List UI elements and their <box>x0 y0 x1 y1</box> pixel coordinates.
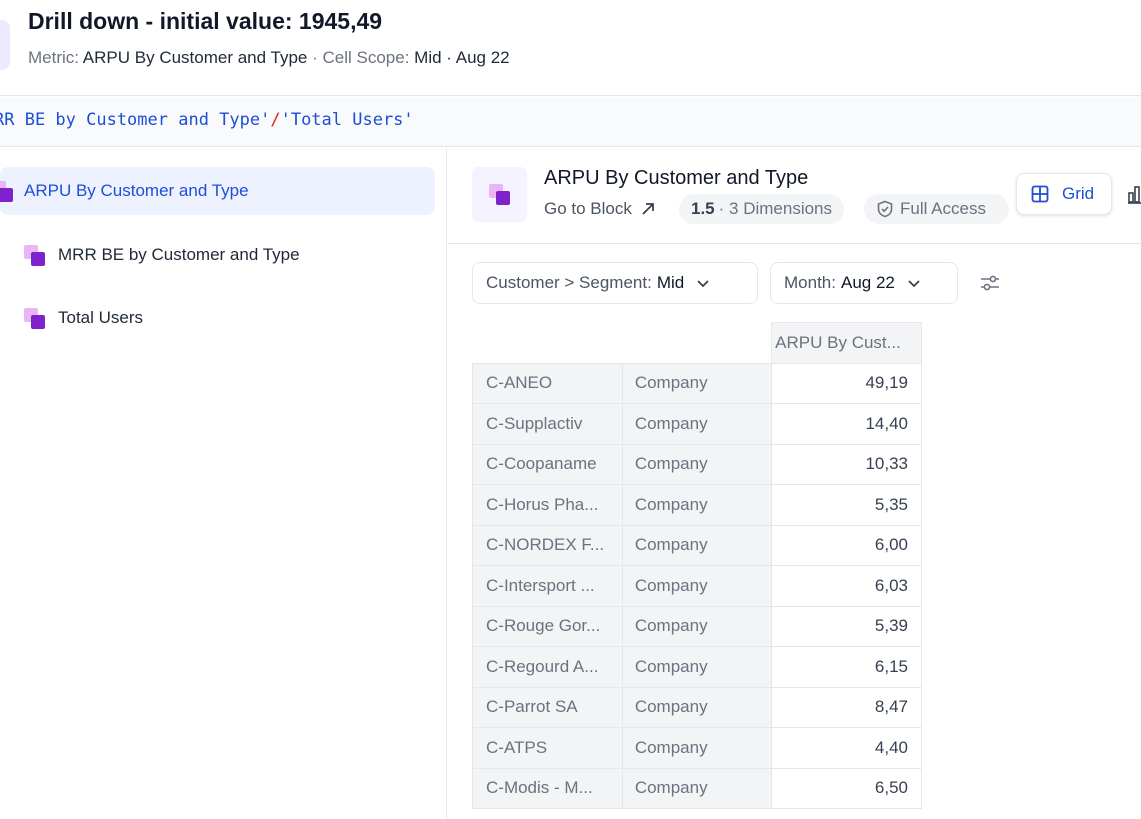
formula-part-1: RR BE by Customer and Type' <box>0 110 271 130</box>
tree-item-total-users[interactable]: Total Users <box>24 303 143 333</box>
filter-settings-icon[interactable] <box>978 271 1002 295</box>
customer-cell: C-Supplactiv <box>472 403 623 445</box>
formula-bar: RR BE by Customer and Type'/'Total Users… <box>0 97 1141 147</box>
customer-cell: C-ATPS <box>472 727 623 769</box>
type-cell: Company <box>621 443 773 485</box>
table-row: C-ANEO Company 49,19 <box>472 362 922 404</box>
type-cell: Company <box>621 767 773 809</box>
block-icon <box>24 307 45 329</box>
type-cell: Company <box>621 524 773 566</box>
value-cell[interactable]: 6,00 <box>771 524 922 566</box>
value-cell[interactable]: 4,40 <box>771 727 922 769</box>
type-cell: Company <box>621 362 773 404</box>
customer-cell: C-Regourd A... <box>472 646 623 688</box>
metric-label: Metric: <box>28 48 79 67</box>
access-badge: Full Access <box>864 194 1009 224</box>
tree-item-arpu[interactable]: ARPU By Customer and Type <box>0 167 435 215</box>
value-cell[interactable]: 6,50 <box>771 767 922 809</box>
grid-label: Grid <box>1062 184 1095 203</box>
customer-cell: C-ANEO <box>472 362 623 404</box>
type-cell: Company <box>621 727 773 769</box>
chart-icon[interactable] <box>1126 183 1141 205</box>
dimensions-count: · 3 Dimensions <box>718 199 833 218</box>
data-grid: ARPU By Cust... C-ANEO Company 49,19 C-Supp… <box>472 322 922 809</box>
value-cell[interactable]: 8,47 <box>771 686 922 728</box>
block-icon <box>24 244 45 266</box>
value-cell[interactable]: 49,19 <box>771 362 922 404</box>
tree-item-label: ARPU By Customer and Type <box>24 181 249 200</box>
customer-cell: C-Intersport ... <box>472 565 623 607</box>
formula-part-2: 'Total Users' <box>280 110 414 130</box>
page-subtitle: Metric: ARPU By Customer and Type · Cell… <box>28 48 510 68</box>
type-cell: Company <box>621 565 773 607</box>
formula-text: RR BE by Customer and Type'/'Total Users… <box>0 110 414 130</box>
customer-cell: C-Rouge Gor... <box>472 605 623 647</box>
type-cell: Company <box>621 403 773 445</box>
month-filter-label: Month: <box>784 273 836 292</box>
chevron-down-icon <box>697 280 709 288</box>
access-label: Full Access <box>900 199 986 218</box>
block-detail-panel: ARPU By Customer and Type Go to Block 1.… <box>448 148 1141 819</box>
customer-cell: C-Parrot SA <box>472 686 623 728</box>
header-block-icon <box>0 20 10 70</box>
scope-value: Mid · Aug 22 <box>414 48 510 67</box>
segment-filter[interactable]: Customer > Segment: Mid <box>472 262 758 304</box>
table-row: C-Coopaname Company 10,33 <box>472 443 922 485</box>
block-icon <box>472 167 527 222</box>
customer-cell: C-Modis - M... <box>472 767 623 809</box>
go-to-block-link[interactable]: Go to Block <box>544 199 656 219</box>
type-cell: Company <box>621 686 773 728</box>
tree-item-label: MRR BE by Customer and Type <box>58 245 300 264</box>
segment-filter-label: Customer > Segment: <box>486 273 652 292</box>
value-cell[interactable]: 14,40 <box>771 403 922 445</box>
customer-cell: C-Horus Pha... <box>472 484 623 526</box>
subtitle-separator: · <box>312 48 318 67</box>
block-icon <box>0 180 13 202</box>
dimensions-badge: 1.5 · 3 Dimensions <box>679 194 845 224</box>
table-row: C-NORDEX F... Company 6,00 <box>472 524 922 566</box>
go-to-block-label: Go to Block <box>544 199 632 218</box>
drilldown-header: Drill down - initial value: 1945,49 Metr… <box>0 0 1141 96</box>
type-cell: Company <box>621 484 773 526</box>
shield-check-icon <box>877 200 893 218</box>
type-cell: Company <box>621 605 773 647</box>
table-row: C-Rouge Gor... Company 5,39 <box>472 605 922 647</box>
grid-icon <box>1031 185 1049 203</box>
customer-cell: C-Coopaname <box>472 443 623 485</box>
table-row: C-Modis - M... Company 6,50 <box>472 767 922 809</box>
table-row: C-Regourd A... Company 6,15 <box>472 646 922 688</box>
block-title: ARPU By Customer and Type <box>544 167 809 189</box>
value-cell[interactable]: 6,03 <box>771 565 922 607</box>
value-cell[interactable]: 5,35 <box>771 484 922 526</box>
tree-item-mrr-be[interactable]: MRR BE by Customer and Type <box>24 240 300 270</box>
table-row: C-Intersport ... Company 6,03 <box>472 565 922 607</box>
external-arrow-icon <box>642 203 654 215</box>
formula-operator: / <box>270 110 281 130</box>
value-cell[interactable]: 10,33 <box>771 443 922 485</box>
column-header[interactable]: ARPU By Cust... <box>771 322 922 364</box>
tree-item-label: Total Users <box>58 308 144 327</box>
segment-filter-value: Mid <box>656 273 685 292</box>
month-filter[interactable]: Month: Aug 22 <box>770 262 958 304</box>
version-number: 1.5 <box>691 199 715 218</box>
block-header: ARPU By Customer and Type Go to Block 1.… <box>448 148 1141 244</box>
table-row: C-Horus Pha... Company 5,35 <box>472 484 922 526</box>
month-filter-value: Aug 22 <box>840 273 895 292</box>
table-row: C-Parrot SA Company 8,47 <box>472 686 922 728</box>
dependency-tree: ARPU By Customer and Type MRR BE by Cust… <box>0 148 447 819</box>
metric-value: ARPU By Customer and Type <box>82 48 308 67</box>
grid-header-row: ARPU By Cust... <box>473 322 922 364</box>
type-cell: Company <box>621 646 773 688</box>
value-cell[interactable]: 6,15 <box>771 646 922 688</box>
chevron-down-icon <box>908 280 920 288</box>
customer-cell: C-NORDEX F... <box>472 524 623 566</box>
scope-label: Cell Scope: <box>322 48 410 67</box>
value-cell[interactable]: 5,39 <box>771 605 922 647</box>
table-row: C-Supplactiv Company 14,40 <box>472 403 922 445</box>
grid-view-button[interactable]: Grid <box>1016 173 1112 215</box>
page-title: Drill down - initial value: 1945,49 <box>28 8 383 34</box>
table-row: C-ATPS Company 4,40 <box>472 727 922 769</box>
